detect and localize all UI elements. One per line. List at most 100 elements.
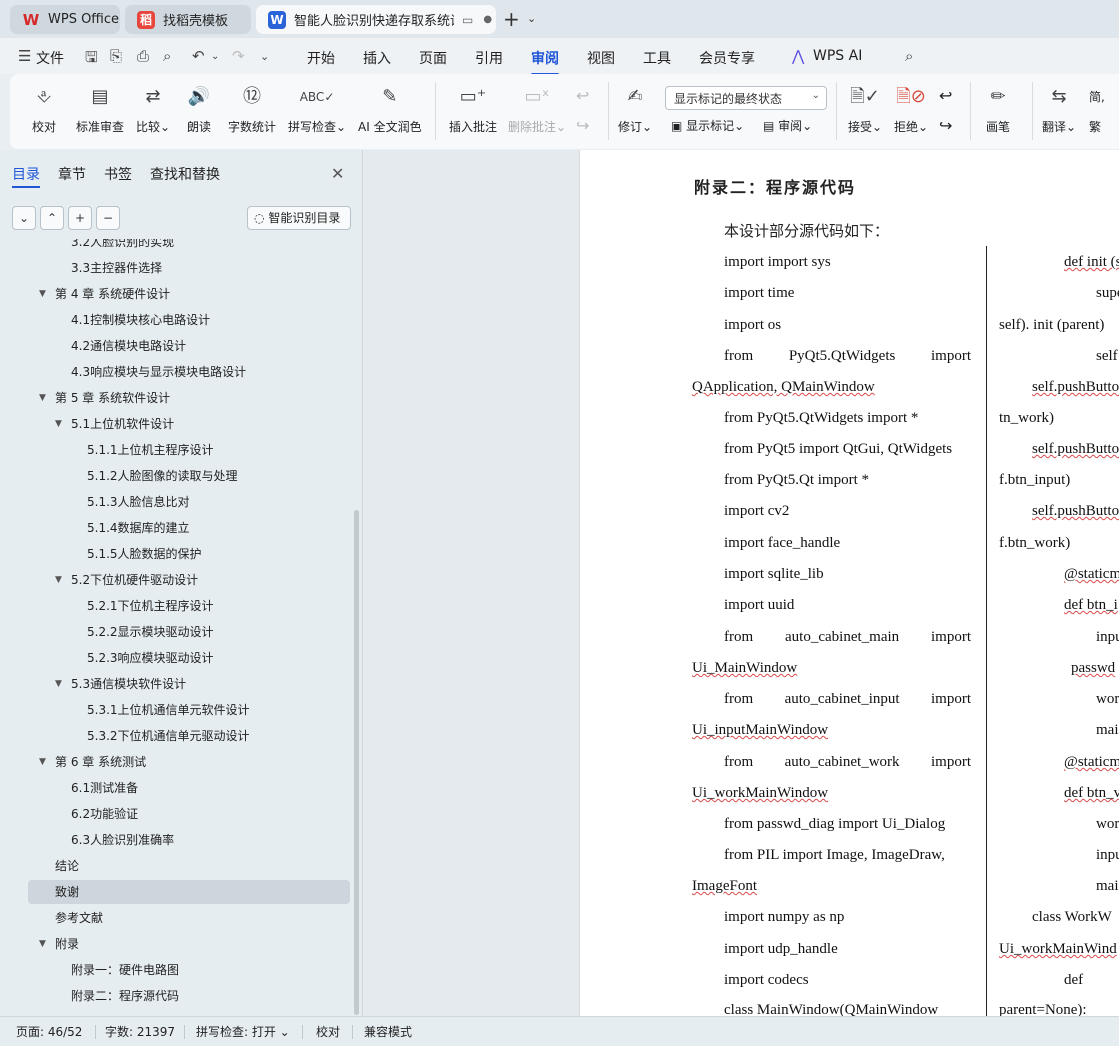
word-count[interactable]: 字数: 21397 [105,1023,175,1040]
menu-file[interactable]: 文件 [36,48,64,68]
document-page[interactable]: 附录二：程序源代码 本设计部分源代码如下： import import sys … [579,150,1119,1016]
toc-item[interactable]: 5.3.1上位机通信单元软件设计 [28,698,350,722]
delete-comment-button[interactable]: ▭ˣ 删除批注⌄ [508,82,566,135]
menu-home[interactable]: 开始 [307,48,335,68]
undo-dropdown-icon[interactable]: ⌄ [211,51,219,62]
toc-item[interactable]: 附录二：程序源代码 [28,984,350,1008]
print-icon[interactable]: ⎙ [137,47,149,65]
menu-wps-ai[interactable]: WPS AI [813,48,862,64]
collapse-chevron-icon[interactable]: ⌄ [12,206,36,230]
toc-item[interactable]: ▼ 第 6 章 系统测试 [28,750,350,774]
toc-item[interactable]: ▼ 第 4 章 系统硬件设计 [28,282,350,306]
expand-arrow-icon[interactable]: ▼ [39,386,46,410]
ai-polish-button[interactable]: ✎ AI 全文润色 [358,82,422,135]
insert-comment-button[interactable]: ▭⁺ 插入批注 [449,82,497,135]
toc-item[interactable]: 结论 [28,854,350,878]
toc-item[interactable]: 5.2.2显示模块驱动设计 [28,620,350,644]
expand-arrow-icon[interactable]: ▼ [39,282,46,306]
toc-item[interactable]: 5.1.5人脸数据的保护 [28,542,350,566]
previous-change-icon[interactable]: ↩ [939,86,952,105]
word-count-button[interactable]: ⑫ 字数统计 [228,82,276,135]
next-comment-icon[interactable]: ↪ [576,116,589,135]
toc-item[interactable]: 6.1测试准备 [28,776,350,800]
toc-item[interactable]: 5.1.1上位机主程序设计 [28,438,350,462]
search-icon[interactable]: ⌕ [905,47,913,65]
toc-item[interactable]: 参考文献 [28,906,350,930]
unsaved-dot-icon[interactable]: ● [483,14,492,25]
more-chevron-icon[interactable]: ⌄ [260,50,269,63]
toc-item[interactable]: 5.1.2人脸图像的读取与处理 [28,464,350,488]
menu-tools[interactable]: 工具 [643,48,671,68]
toc-item[interactable]: 4.2通信模块电路设计 [28,334,350,358]
expand-arrow-icon[interactable]: ▼ [55,672,62,696]
tab-find-replace[interactable]: 查找和替换 [150,164,220,184]
menu-references[interactable]: 引用 [475,48,503,68]
toc-item[interactable]: 5.3.2下位机通信单元驱动设计 [28,724,350,748]
proofread-status[interactable]: 校对 [316,1023,340,1040]
toc-item[interactable]: 4.1控制模块核心电路设计 [28,308,350,332]
trad-to-simp-button[interactable]: 简, [1089,88,1105,105]
tab-sections[interactable]: 章节 [58,164,86,184]
markup-display-select[interactable]: 显示标记的最终状态 ⌄ [665,86,827,110]
toc-item[interactable]: 4.3响应模块与显示模块电路设计 [28,360,350,384]
chevron-down-icon[interactable]: ⌄ [527,12,536,25]
previous-comment-icon[interactable]: ↩ [576,86,589,105]
menu-review[interactable]: 审阅 [531,48,559,76]
translate-button[interactable]: ⇆ 翻译⌄ [1042,82,1076,135]
remove-heading-icon[interactable]: − [96,206,120,230]
tab-document[interactable]: W 智能人脸识别快递存取系统设 ▭ ● [256,5,496,34]
toc-item[interactable]: ▼ 5.2下位机硬件驱动设计 [28,568,350,592]
toc-item[interactable]: 致谢 [28,880,350,904]
new-tab-plus-icon[interactable]: + [503,9,520,29]
redo-icon[interactable]: ↷ [232,47,245,65]
toc-item[interactable]: 5.1.3人脸信息比对 [28,490,350,514]
show-markup-button[interactable]: ▣ 显示标记⌄ [671,117,744,134]
toc-item[interactable]: 5.1.4数据库的建立 [28,516,350,540]
hamburger-icon[interactable]: ☰ [18,47,31,65]
accept-button[interactable]: 🗎✓ 接受⌄ [848,82,882,135]
spell-check-status[interactable]: 拼写检查: 打开 ⌄ [196,1023,290,1040]
menu-membership[interactable]: 会员专享 [699,48,755,68]
print-preview-icon[interactable]: ⌕ [163,47,171,65]
toc-item[interactable]: ▼ 5.1上位机软件设计 [28,412,350,436]
standard-review-button[interactable]: ▤ 标准审查 [76,82,124,135]
expand-chevron-icon[interactable]: ⌃ [40,206,64,230]
tab-toc[interactable]: 目录 [12,164,40,188]
toc-item[interactable]: 3.3主控器件选择 [28,256,350,280]
proofread-button[interactable]: ⎀ 校对 [32,82,56,135]
add-heading-icon[interactable]: + [68,206,92,230]
toc-item[interactable]: 附录一：硬件电路图 [28,958,350,982]
toc-item[interactable]: ▼ 5.3通信模块软件设计 [28,672,350,696]
read-aloud-button[interactable]: 🔊 朗读 [187,82,211,135]
reject-button[interactable]: 🗎⊘ 拒绝⌄ [894,82,928,135]
toc-item[interactable]: 5.2.3响应模块驱动设计 [28,646,350,670]
toc-item[interactable]: 3.2人脸识别的实现 [28,239,350,254]
smart-toc-button[interactable]: ◌ 智能识别目录 [247,206,351,230]
toc-item[interactable]: 5.2.1下位机主程序设计 [28,594,350,618]
expand-arrow-icon[interactable]: ▼ [55,568,62,592]
save-icon[interactable]: 🖫 [85,47,98,72]
toc-item[interactable]: 6.2功能验证 [28,802,350,826]
undo-icon[interactable]: ↶ [192,47,205,65]
tab-bookmarks[interactable]: 书签 [104,164,132,184]
compare-button[interactable]: ⇄ 比较⌄ [136,82,170,135]
toc-scrollbar[interactable] [354,510,359,1015]
close-icon[interactable]: ✕ [331,164,344,183]
spell-check-button[interactable]: ABC✓ 拼写检查⌄ [288,82,346,135]
expand-arrow-icon[interactable]: ▼ [39,932,46,956]
tab-template[interactable]: 稻 找稻壳模板 [125,5,251,34]
tab-wps-office[interactable]: W WPS Office [10,5,120,34]
pen-button[interactable]: ✏ 画笔 [986,82,1010,135]
page-indicator[interactable]: 页面: 46/52 [16,1023,82,1040]
simp-to-trad-button[interactable]: 繁 [1089,118,1101,135]
toc-item[interactable]: ▼ 第 5 章 系统软件设计 [28,386,350,410]
expand-arrow-icon[interactable]: ▼ [55,412,62,436]
next-change-icon[interactable]: ↪ [939,116,952,135]
menu-insert[interactable]: 插入 [363,48,391,68]
track-changes-button[interactable]: ✍ 修订⌄ [618,82,652,135]
toc-item[interactable]: 6.3人脸识别准确率 [28,828,350,852]
menu-page[interactable]: 页面 [419,48,447,68]
toc-item[interactable]: ▼ 附录 [28,932,350,956]
export-icon[interactable]: ⎘ [110,47,122,65]
menu-view[interactable]: 视图 [587,48,615,68]
